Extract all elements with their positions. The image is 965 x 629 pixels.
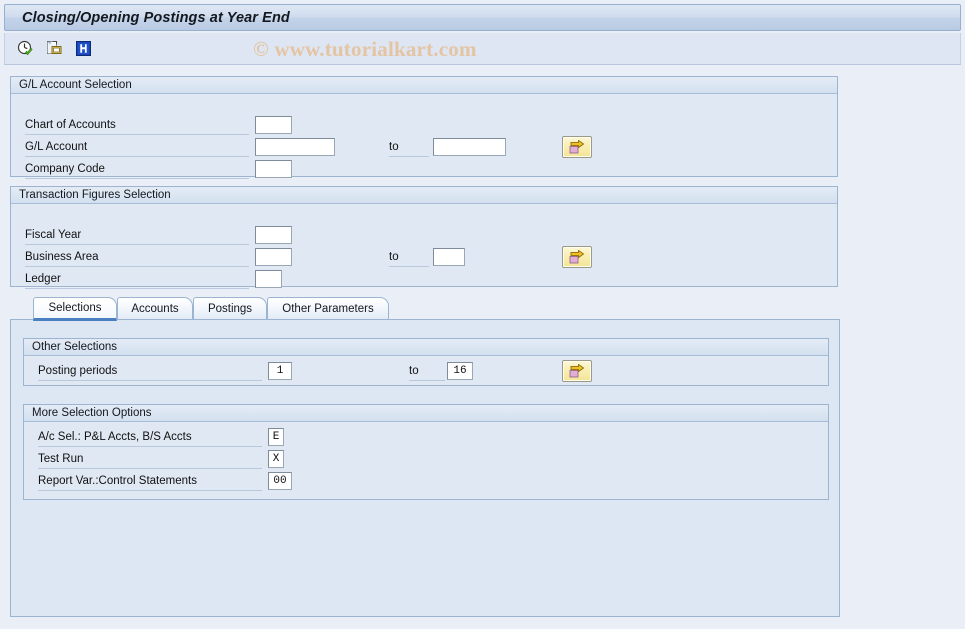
- label-guide: [25, 156, 249, 157]
- field-row-ac-sel-pl-bs-accts: A/c Sel.: P&L Accts, B/S Accts: [24, 427, 828, 449]
- field-row-fiscal-year: Fiscal Year: [11, 225, 837, 247]
- tab-accounts[interactable]: Accounts: [117, 297, 193, 319]
- group-header-transaction-figures-selection: Transaction Figures Selection: [11, 187, 837, 204]
- group-header-other-selections: Other Selections: [24, 339, 828, 356]
- label-posting-periods: Posting periods: [38, 365, 118, 377]
- tab-strip: Selections Accounts Postings Other Param…: [10, 297, 840, 321]
- application-toolbar: [4, 33, 961, 65]
- label-guide: [38, 446, 262, 447]
- multi-select-arrow-icon: [569, 249, 584, 263]
- get-variant-icon[interactable]: [44, 39, 64, 59]
- label-guide: [25, 134, 249, 135]
- label-guide: [38, 490, 262, 491]
- label-guide: [38, 380, 262, 381]
- field-row-test-run: Test Run: [24, 449, 828, 471]
- input-ac-sel-pl-bs-accts[interactable]: [268, 428, 284, 446]
- input-gl-account-from[interactable]: [255, 138, 335, 156]
- input-posting-period-to[interactable]: [447, 362, 473, 380]
- to-guide: [389, 156, 429, 157]
- label-guide: [25, 288, 249, 289]
- label-test-run: Test Run: [38, 453, 84, 465]
- field-row-report-var-control-statements: Report Var.:Control Statements: [24, 471, 828, 493]
- multi-select-arrow-icon: [569, 139, 584, 153]
- input-ledger[interactable]: [255, 270, 282, 288]
- group-other-selections: Other Selections Posting periods to: [23, 338, 829, 386]
- field-row-company-code: Company Code: [11, 159, 837, 181]
- label-to-gl-account: to: [389, 141, 399, 153]
- tab-panel-selections: Other Selections Posting periods to More…: [10, 319, 840, 617]
- label-chart-of-accounts: Chart of Accounts: [25, 119, 116, 131]
- input-business-area-to[interactable]: [433, 248, 465, 266]
- label-ac-sel-pl-bs-accts: A/c Sel.: P&L Accts, B/S Accts: [38, 431, 192, 443]
- tab-label: Other Parameters: [282, 302, 374, 315]
- input-company-code[interactable]: [255, 160, 292, 178]
- tab-label: Accounts: [131, 302, 179, 315]
- field-row-gl-account: G/L Account to: [11, 136, 837, 159]
- label-ledger: Ledger: [25, 273, 61, 285]
- to-guide: [389, 266, 429, 267]
- field-row-posting-periods: Posting periods to: [24, 360, 828, 383]
- label-guide: [25, 266, 249, 267]
- label-to-business-area: to: [389, 251, 399, 263]
- tab-label: Postings: [207, 302, 253, 315]
- info-icon[interactable]: [73, 39, 93, 59]
- input-fiscal-year[interactable]: [255, 226, 292, 244]
- label-gl-account: G/L Account: [25, 141, 88, 153]
- field-row-business-area: Business Area to: [11, 246, 837, 269]
- multi-select-arrow-icon: [569, 363, 584, 377]
- group-transaction-figures-selection: Transaction Figures Selection Fiscal Yea…: [10, 186, 838, 289]
- group-more-selection-options: More Selection Options A/c Sel.: P&L Acc…: [23, 404, 829, 500]
- tab-label: Selections: [48, 302, 102, 314]
- label-company-code: Company Code: [25, 163, 105, 175]
- tab-selections[interactable]: Selections: [33, 297, 117, 321]
- input-report-var-control-statements[interactable]: [268, 472, 292, 490]
- input-business-area-from[interactable]: [255, 248, 292, 266]
- label-guide: [38, 468, 262, 469]
- group-header-more-selection-options: More Selection Options: [24, 405, 828, 422]
- label-guide: [25, 178, 249, 179]
- label-report-var-control-statements: Report Var.:Control Statements: [38, 475, 197, 487]
- multiple-selection-button-posting-periods[interactable]: [562, 360, 592, 382]
- tab-postings[interactable]: Postings: [193, 297, 267, 319]
- field-row-ledger: Ledger: [11, 269, 837, 291]
- label-business-area: Business Area: [25, 251, 99, 263]
- tab-other-parameters[interactable]: Other Parameters: [267, 297, 389, 319]
- label-guide: [25, 244, 249, 245]
- input-posting-period-from[interactable]: [268, 362, 292, 380]
- field-row-chart-of-accounts: Chart of Accounts: [11, 115, 837, 137]
- group-header-gl-account-selection: G/L Account Selection: [11, 77, 837, 94]
- execute-clock-icon[interactable]: [15, 39, 35, 59]
- label-to-posting-periods: to: [409, 365, 419, 377]
- group-gl-account-selection: G/L Account Selection Chart of Accounts …: [10, 76, 838, 179]
- page-title: Closing/Opening Postings at Year End: [22, 9, 290, 26]
- input-chart-of-accounts[interactable]: [255, 116, 292, 134]
- to-guide: [409, 380, 445, 381]
- input-test-run[interactable]: [268, 450, 284, 468]
- window-title-bar: Closing/Opening Postings at Year End: [4, 4, 961, 31]
- input-gl-account-to[interactable]: [433, 138, 506, 156]
- multiple-selection-button-gl-account[interactable]: [562, 136, 592, 158]
- label-fiscal-year: Fiscal Year: [25, 229, 82, 241]
- multiple-selection-button-business-area[interactable]: [562, 246, 592, 268]
